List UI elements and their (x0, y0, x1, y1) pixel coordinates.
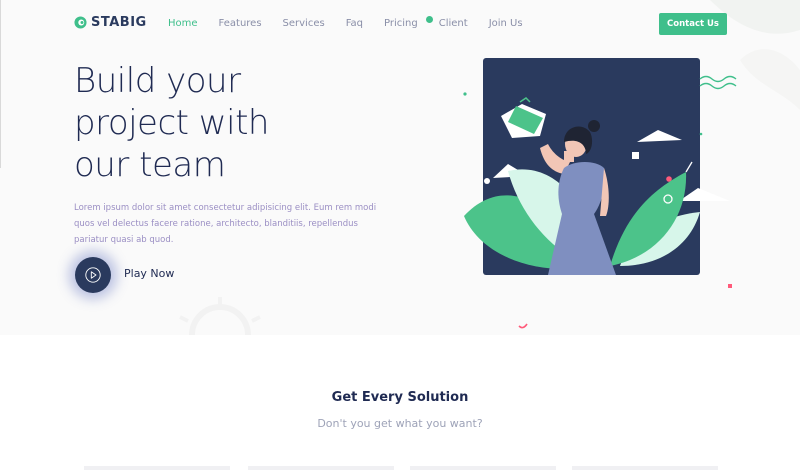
sun-decoration (179, 297, 261, 335)
contact-us-button[interactable]: Contact Us (659, 13, 727, 35)
logo-text: STABIG (91, 15, 147, 30)
hero-title-line-2: project with (74, 103, 269, 143)
section-subtitle: Don't you get what you want? (317, 417, 483, 430)
play-now-label[interactable]: Play Now (124, 267, 174, 280)
section-title: Get Every Solution (331, 390, 469, 405)
nav-services[interactable]: Services (283, 18, 325, 29)
hero-title-line-1: Build your (74, 61, 241, 101)
card-preview-3 (410, 466, 556, 470)
main-nav: Home Features Services Faq Pricing Clien… (168, 18, 544, 29)
logo-icon (74, 16, 87, 29)
play-button[interactable] (75, 257, 111, 293)
hero-illustration (463, 58, 737, 329)
nav-join-us[interactable]: Join Us (489, 18, 523, 29)
nav-faq[interactable]: Faq (346, 18, 363, 29)
card-preview-1 (84, 466, 230, 470)
nav-features[interactable]: Features (219, 18, 262, 29)
hero-title: Build your project with our team (74, 60, 334, 186)
nav-pricing[interactable]: Pricing (384, 18, 418, 29)
card-preview-2 (248, 466, 394, 470)
hero-description: Lorem ipsum dolor sit amet consectetur a… (74, 203, 377, 245)
nav-client[interactable]: Client (439, 18, 468, 29)
hero-title-line-3: our team (74, 145, 226, 185)
logo[interactable]: STABIG (74, 15, 147, 30)
top-header: STABIG Home Features Services Faq Pricin… (0, 0, 800, 48)
card-preview-4 (572, 466, 718, 470)
decor-dot (426, 16, 433, 23)
play-icon (85, 267, 101, 283)
nav-home[interactable]: Home (168, 18, 198, 29)
